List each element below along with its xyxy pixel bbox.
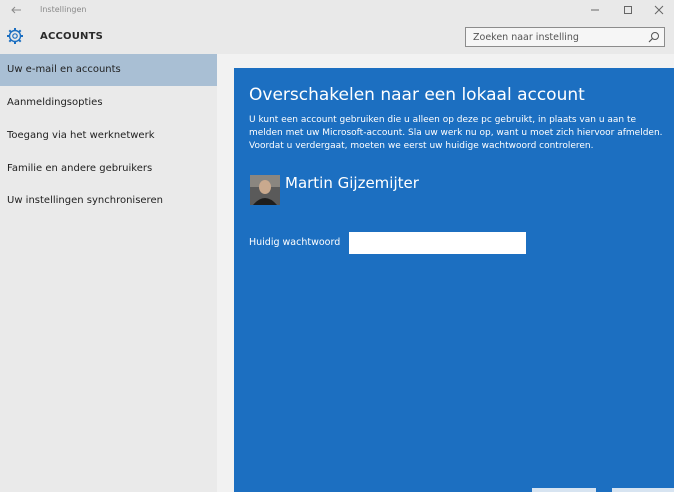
search-icon[interactable] [648,31,660,43]
sidebar-item-label: Aanmeldingsopties [7,97,103,108]
page-title: ACCOUNTS [40,31,104,42]
description-line: Voordat u verdergaat, moeten we eerst uw… [249,141,594,151]
sidebar-item-family-users[interactable]: Familie en andere gebruikers [0,153,217,185]
user-name: Martin Gijzemijter [285,174,419,192]
sidebar-item-label: Uw e-mail en accounts [7,64,121,75]
minimize-icon[interactable] [588,3,602,17]
sidebar-item-label: Uw instellingen synchroniseren [7,195,163,206]
sidebar: Uw e-mail en accounts Aanmeldingsopties … [0,54,217,492]
switch-to-local-account-dialog: Overschakelen naar een lokaal account U … [234,68,674,492]
description-line: melden met uw Microsoft-account. Sla uw … [249,128,663,138]
sidebar-item-label: Familie en andere gebruikers [7,163,153,174]
sidebar-item-label: Toegang via het werknetwerk [7,130,155,141]
close-icon[interactable] [652,3,666,17]
page-header: ACCOUNTS Zoeken naar instelling [0,20,674,54]
current-password-input[interactable] [349,232,526,254]
back-arrow-icon[interactable] [10,4,22,16]
sidebar-item-sign-in-options[interactable]: Aanmeldingsopties [0,87,217,119]
sidebar-item-sync-settings[interactable]: Uw instellingen synchroniseren [0,185,217,217]
user-photo-icon [250,175,280,205]
maximize-icon[interactable] [621,3,635,17]
next-button[interactable] [532,488,596,492]
description-line: U kunt een account gebruiken die u allee… [249,115,637,125]
window-title: Instellingen [40,5,87,14]
avatar [250,175,280,205]
password-label: Huidig wachtwoord [249,237,341,248]
search-input[interactable]: Zoeken naar instelling [465,27,665,47]
search-placeholder: Zoeken naar instelling [473,32,579,43]
dialog-description: U kunt een account gebruiken die u allee… [249,114,669,153]
gear-icon [7,28,23,44]
title-bar: Instellingen [0,0,674,20]
sidebar-item-email-accounts[interactable]: Uw e-mail en accounts [0,54,217,86]
cancel-button[interactable] [612,488,674,492]
sidebar-item-work-access[interactable]: Toegang via het werknetwerk [0,120,217,152]
dialog-title: Overschakelen naar een lokaal account [249,85,585,105]
